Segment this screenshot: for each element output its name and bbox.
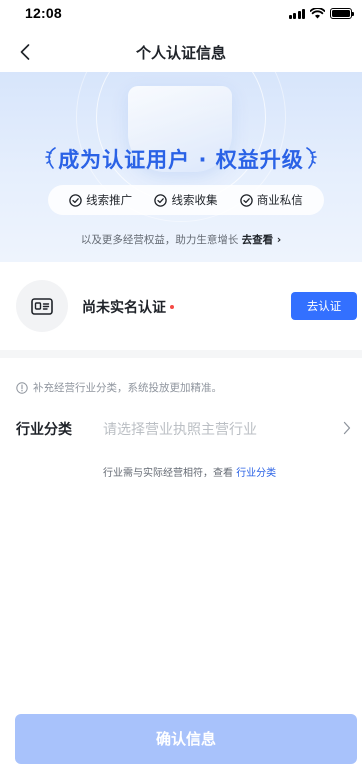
industry-note: 行业需与实际经营相符，查看 行业分类 <box>103 464 276 479</box>
laurel-right-icon <box>306 147 317 169</box>
check-circle-icon <box>240 193 253 207</box>
check-circle-icon <box>154 193 168 207</box>
industry-category-link[interactable]: 行业分类 <box>236 468 276 479</box>
verification-card: 尚未实名认证 去认证 <box>0 262 362 350</box>
cellular-signal-icon <box>288 8 305 19</box>
verification-status: 尚未实名认证 <box>82 297 174 317</box>
section-divider <box>0 350 362 358</box>
check-circle-icon <box>69 193 82 207</box>
id-card-avatar <box>16 280 68 332</box>
wifi-icon <box>310 8 325 19</box>
nav-bar: 个人认证信息 <box>0 30 362 74</box>
feature-item: 商业私信 <box>240 192 303 208</box>
see-more-link[interactable]: 去查看 › <box>242 234 281 246</box>
industry-hint: 补充经营行业分类，系统投放更加精准。 <box>16 380 222 395</box>
chevron-right-icon <box>343 421 351 435</box>
feature-item: 线索收集 <box>154 192 217 208</box>
certification-banner: 成为认证用户 · 权益升级 线索推广 线索收集 商业私信 以及更多经营权益，助力… <box>0 72 362 262</box>
banner-subtitle-text: 以及更多经营权益，助力生意增长 <box>80 234 239 246</box>
banner-subtitle: 以及更多经营权益，助力生意增长 去查看 › <box>0 232 362 247</box>
feature-label: 线索收集 <box>171 193 218 207</box>
required-dot <box>170 304 174 309</box>
info-icon <box>16 381 28 394</box>
feature-list: 线索推广 线索收集 商业私信 <box>48 185 324 215</box>
industry-hint-text: 补充经营行业分类，系统投放更加精准。 <box>33 382 222 394</box>
feature-label: 商业私信 <box>256 193 303 207</box>
feature-item: 线索推广 <box>69 192 132 208</box>
status-time: 12:08 <box>25 5 62 21</box>
verify-button[interactable]: 去认证 <box>291 292 357 320</box>
page-title: 个人认证信息 <box>135 44 226 62</box>
status-bar: 12:08 <box>0 0 362 30</box>
battery-icon <box>330 8 354 19</box>
industry-note-text: 行业需与实际经营相符，查看 <box>103 468 233 479</box>
verification-status-text: 尚未实名认证 <box>82 300 166 316</box>
feature-label: 线索推广 <box>86 193 133 207</box>
confirm-button[interactable]: 确认信息 <box>15 714 357 764</box>
industry-select[interactable]: 行业分类 请选择营业执照主营行业 <box>0 410 362 446</box>
industry-placeholder: 请选择营业执照主营行业 <box>103 422 257 438</box>
status-icons <box>288 8 354 19</box>
industry-label: 行业分类 <box>16 422 72 438</box>
id-card-icon <box>31 297 53 315</box>
